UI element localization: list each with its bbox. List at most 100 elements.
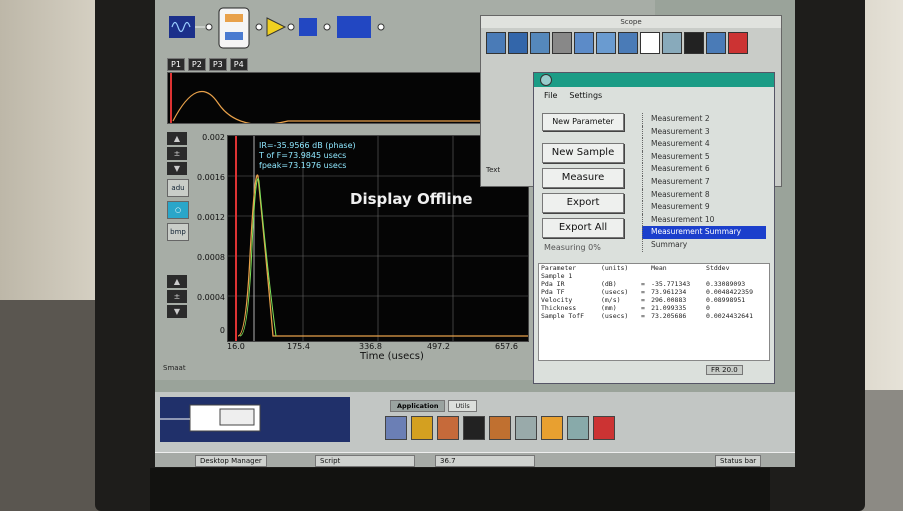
table-row: Thickness (mm) = 21.099335 0 bbox=[541, 304, 710, 312]
zoom-button-lower[interactable]: ± bbox=[167, 290, 187, 303]
scope-tool-icon[interactable] bbox=[618, 32, 638, 54]
scope-tool-icon[interactable] bbox=[640, 32, 660, 54]
cube-icon[interactable] bbox=[385, 416, 407, 440]
probe-tab-p3[interactable]: P3 bbox=[208, 58, 227, 71]
measurement-summary-item[interactable]: Measurement Summary bbox=[642, 226, 766, 239]
dock-icons bbox=[385, 416, 615, 440]
scope-tool-icon[interactable] bbox=[486, 32, 506, 54]
results-table: Parameter (units) Mean Stddev Sample 1 P… bbox=[538, 263, 770, 361]
x-tick: 16.0 bbox=[227, 342, 245, 351]
measurement-item[interactable]: Measurement 3 bbox=[642, 125, 766, 139]
taskbar-status[interactable]: Status bar bbox=[715, 455, 762, 467]
measurement-item[interactable]: Measurement 10 bbox=[642, 213, 766, 227]
monitor-bezel-bottom bbox=[150, 468, 770, 511]
x-tick: 175.4 bbox=[287, 342, 310, 351]
scope-tool-icon[interactable] bbox=[728, 32, 748, 54]
signal-flow-diagram[interactable] bbox=[167, 6, 397, 52]
taskbar-desktop-manager[interactable]: Desktop Manager bbox=[195, 455, 267, 467]
taskbar-script[interactable]: Script bbox=[315, 455, 415, 467]
application-dock: Application Utils bbox=[155, 392, 795, 452]
menu-settings[interactable]: Settings bbox=[569, 91, 602, 100]
y-tick: 0.0008 bbox=[197, 253, 225, 262]
measurement-tree: Measurement 2 Measurement 3 Measurement … bbox=[642, 113, 766, 252]
frame-rate-readout: FR 20.0 bbox=[706, 365, 743, 375]
help-icon[interactable] bbox=[411, 416, 433, 440]
zoom-button[interactable]: ± bbox=[167, 147, 187, 160]
filter-block[interactable] bbox=[299, 18, 317, 36]
lamp-icon[interactable] bbox=[541, 416, 563, 440]
measurement-item[interactable]: Measurement 8 bbox=[642, 188, 766, 202]
y-tick: 0.0012 bbox=[197, 213, 225, 222]
scope-tool-icon[interactable] bbox=[530, 32, 550, 54]
measurement-window: File Settings New Parameter New Sample M… bbox=[533, 72, 775, 384]
bmp-button[interactable]: bmp bbox=[167, 223, 189, 241]
scope-title[interactable]: Scope bbox=[481, 16, 781, 28]
table-row: Sample TofF (usecs) = 73.205686 0.0024432641 bbox=[541, 312, 753, 320]
new-parameter-button[interactable]: New Parameter bbox=[542, 113, 624, 131]
measurement-readout: IR=-35.9566 dB (phase) T of F=73.9845 us… bbox=[259, 141, 356, 170]
scope-tool-icon[interactable] bbox=[574, 32, 594, 54]
results-header-row: Parameter (units) Mean Stddev bbox=[541, 264, 730, 272]
measurement-item[interactable]: Measurement 5 bbox=[642, 150, 766, 164]
scope-tool-icon[interactable] bbox=[662, 32, 682, 54]
menu-file[interactable]: File bbox=[544, 91, 557, 100]
export-button[interactable]: Export bbox=[542, 193, 624, 213]
taskbar: Desktop Manager Script 36.7 Status bar bbox=[155, 452, 795, 467]
package-icon[interactable] bbox=[489, 416, 511, 440]
display-offline-label: Display Offline bbox=[350, 190, 473, 208]
status-text: Smaat bbox=[163, 364, 186, 372]
measurement-item[interactable]: Measurement 9 bbox=[642, 201, 766, 214]
overview-plot[interactable] bbox=[167, 72, 499, 124]
measurement-item[interactable]: Measurement 6 bbox=[642, 163, 766, 176]
probe-tabs: P1 P2 P3 P4 bbox=[167, 58, 248, 71]
scroll-down-button[interactable]: ▼ bbox=[167, 162, 187, 175]
measurement-item[interactable]: Measurement 4 bbox=[642, 138, 766, 151]
chip-icon[interactable] bbox=[463, 416, 485, 440]
scroll-down-button-lower[interactable]: ▼ bbox=[167, 305, 187, 318]
taskbar-counter[interactable]: 36.7 bbox=[435, 455, 535, 467]
scroll-up-button[interactable]: ▲ bbox=[167, 132, 187, 145]
measurement-item[interactable]: Measurement 2 bbox=[642, 113, 766, 126]
wrench-icon[interactable] bbox=[515, 416, 537, 440]
scope-text-label: Text bbox=[486, 166, 501, 174]
scroll-up-button-lower[interactable]: ▲ bbox=[167, 275, 187, 288]
probe-tab-p2[interactable]: P2 bbox=[187, 58, 206, 71]
measurement-item[interactable]: Measurement 7 bbox=[642, 175, 766, 189]
table-row: Pda TF (usecs) = 73.961234 0.0048422359 bbox=[541, 288, 753, 296]
dock-tab-application[interactable]: Application bbox=[390, 400, 446, 412]
x-tick: 497.2 bbox=[427, 342, 450, 351]
adu-button[interactable]: adu bbox=[167, 179, 189, 197]
scope-tool-icon[interactable] bbox=[552, 32, 572, 54]
y-tick: 0 bbox=[219, 326, 225, 335]
x-tick: 657.6 bbox=[495, 342, 518, 351]
scope-toolbar bbox=[486, 32, 748, 54]
table-row: Pda IR (dB) = -35.771343 0.33089093 bbox=[541, 280, 746, 288]
sample-row: Sample 1 bbox=[541, 272, 573, 280]
amplifier-block[interactable] bbox=[266, 17, 287, 37]
measure-button[interactable]: Measure bbox=[542, 168, 624, 188]
x-tick: 336.8 bbox=[359, 342, 382, 351]
export-all-button[interactable]: Export All bbox=[542, 218, 624, 238]
scope-tool-icon[interactable] bbox=[508, 32, 528, 54]
thermometer-icon[interactable] bbox=[593, 416, 615, 440]
dock-preview-pane[interactable] bbox=[160, 397, 350, 442]
new-sample-button[interactable]: New Sample bbox=[542, 143, 624, 163]
menu-bar: File Settings bbox=[544, 91, 602, 100]
tools-icon[interactable] bbox=[437, 416, 459, 440]
summary-item[interactable]: Summary bbox=[642, 238, 766, 252]
table-row: Velocity (m/s) = 296.00883 0.08998951 bbox=[541, 296, 746, 304]
scope-tool-icon[interactable] bbox=[596, 32, 616, 54]
plot-side-controls: ▲ ± ▼ adu ○ bmp ▲ ± ▼ bbox=[167, 132, 189, 320]
bulb-icon[interactable]: ○ bbox=[167, 201, 189, 219]
digitizer-block[interactable] bbox=[337, 16, 371, 38]
measurement-window-titlebar[interactable] bbox=[534, 73, 774, 87]
pulser-block[interactable] bbox=[169, 16, 195, 38]
monitor-screen: P1 P2 P3 P4 ▲ ± ▼ adu ○ bmp ▲ ± ▼ 0.002 … bbox=[155, 0, 795, 467]
pen-icon[interactable] bbox=[567, 416, 589, 440]
probe-tab-p1[interactable]: P1 bbox=[167, 58, 185, 71]
dock-tab-utils[interactable]: Utils bbox=[448, 400, 477, 412]
close-icon[interactable] bbox=[540, 74, 552, 86]
scope-tool-icon[interactable] bbox=[706, 32, 726, 54]
probe-tab-p4[interactable]: P4 bbox=[229, 58, 248, 71]
scope-tool-icon[interactable] bbox=[684, 32, 704, 54]
